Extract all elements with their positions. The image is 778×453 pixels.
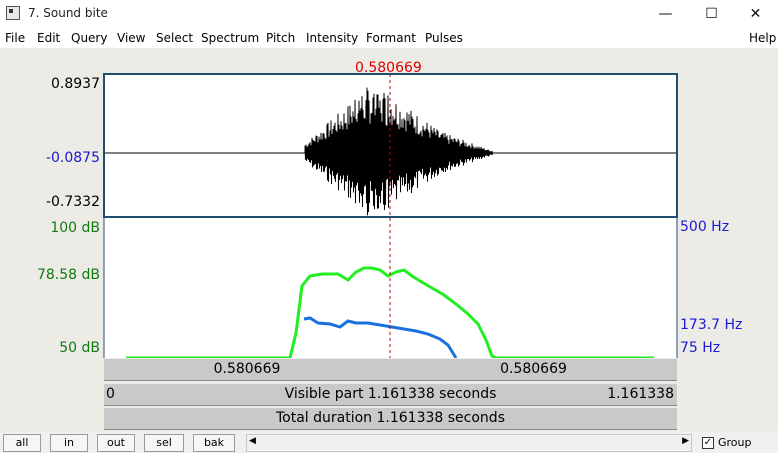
window-title: 7. Sound bite bbox=[28, 6, 108, 20]
sound-editor-area[interactable]: 0.580669 0.8937 -0.0875 -0.7332 100 dB 7… bbox=[0, 48, 778, 431]
horizontal-scrollbar[interactable]: ◀ ▶ bbox=[246, 434, 692, 452]
zoom-back-button[interactable]: bak bbox=[193, 434, 235, 452]
zoom-in-button[interactable]: in bbox=[50, 434, 88, 452]
group-label: Group bbox=[718, 436, 752, 449]
intensity-mid-label: 78.58 dB bbox=[36, 267, 100, 283]
total-duration-label: Total duration 1.161338 seconds bbox=[276, 410, 505, 426]
scroll-left-icon[interactable]: ◀ bbox=[249, 436, 256, 446]
menu-pulses[interactable]: Pulses bbox=[425, 31, 463, 45]
waveform-cursor-label: -0.0875 bbox=[45, 150, 100, 166]
close-button[interactable]: ✕ bbox=[733, 0, 778, 28]
menu-select[interactable]: Select bbox=[156, 31, 193, 45]
selection-left-label: 0.580669 bbox=[213, 361, 281, 377]
intensity-top-label: 100 dB bbox=[50, 220, 100, 236]
menu-intensity[interactable]: Intensity bbox=[306, 31, 358, 45]
bottom-toolbar: all in out sel bak ◀ ▶ ✓ Group bbox=[0, 431, 778, 453]
maximize-button[interactable]: ☐ bbox=[689, 0, 734, 28]
zoom-sel-button[interactable]: sel bbox=[144, 434, 184, 452]
intensity-bottom-label: 50 dB bbox=[59, 340, 100, 356]
visible-end-label: 1.161338 bbox=[607, 386, 674, 402]
group-checkbox[interactable]: ✓ bbox=[702, 437, 714, 449]
menu-edit[interactable]: Edit bbox=[37, 31, 60, 45]
pitch-bottom-label: 75 Hz bbox=[680, 340, 721, 356]
app-icon bbox=[6, 6, 20, 20]
menu-formant[interactable]: Formant bbox=[366, 31, 416, 45]
total-duration-bar[interactable]: Total duration 1.161338 seconds bbox=[104, 407, 677, 430]
waveform-min-label: -0.7332 bbox=[45, 194, 100, 210]
menu-help[interactable]: Help bbox=[749, 31, 776, 45]
pitch-top-label: 500 Hz bbox=[680, 219, 730, 235]
menu-bar: File Edit Query View Select Spectrum Pit… bbox=[0, 28, 778, 48]
selection-bar-right[interactable]: 0.580669 bbox=[390, 358, 677, 381]
selection-bar-left[interactable]: 0.580669 bbox=[104, 358, 390, 381]
selection-right-label: 0.580669 bbox=[500, 361, 567, 377]
pitch-mid-label: 173.7 Hz bbox=[680, 317, 743, 333]
minimize-button[interactable]: — bbox=[643, 0, 688, 28]
menu-view[interactable]: View bbox=[117, 31, 145, 45]
cursor-time-label: 0.580669 bbox=[355, 60, 422, 76]
visible-part-label: Visible part 1.161338 seconds bbox=[284, 386, 497, 402]
visible-part-bar[interactable]: 0 Visible part 1.161338 seconds 1.161338 bbox=[104, 383, 677, 406]
waveform-max-label: 0.8937 bbox=[51, 76, 100, 92]
scroll-right-icon[interactable]: ▶ bbox=[682, 436, 689, 446]
menu-query[interactable]: Query bbox=[71, 31, 107, 45]
menu-file[interactable]: File bbox=[5, 31, 25, 45]
menu-pitch[interactable]: Pitch bbox=[266, 31, 295, 45]
zoom-all-button[interactable]: all bbox=[3, 434, 41, 452]
title-bar: 7. Sound bite — ☐ ✕ bbox=[0, 0, 778, 28]
zoom-out-button[interactable]: out bbox=[97, 434, 135, 452]
menu-spectrum[interactable]: Spectrum bbox=[201, 31, 259, 45]
